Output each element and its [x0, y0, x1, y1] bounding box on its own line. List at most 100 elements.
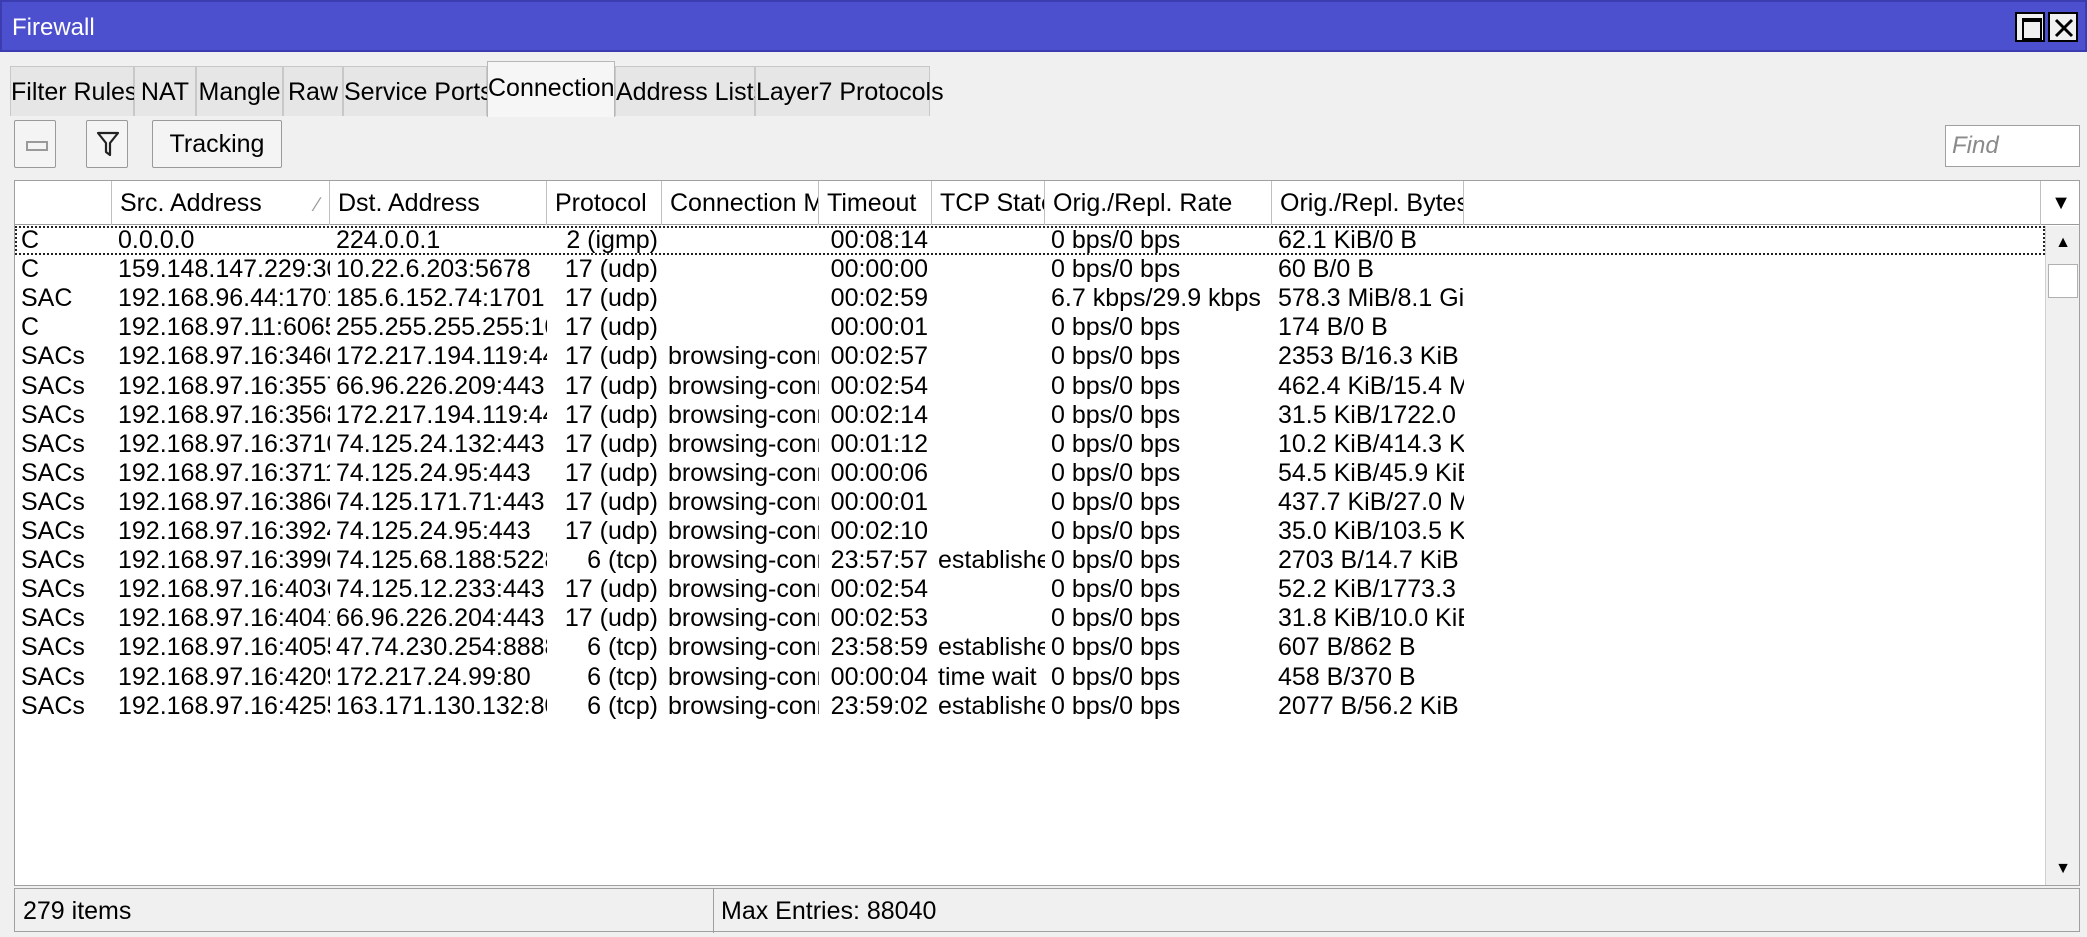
- table-row[interactable]: SACs 192.168.97.16:37117 74.125.24.95:443 1…: [15, 459, 2045, 488]
- table-row[interactable]: SACs 192.168.97.16:3866574.125.171.71:443…: [15, 488, 2045, 517]
- table-row[interactable]: SACs 192.168.97.16:42090172.217.24.99:80 6…: [15, 663, 2045, 692]
- cell-flags: SACs: [21, 487, 85, 516]
- tab-mangle[interactable]: Mangle: [196, 66, 283, 116]
- cell-src-address: 192.168.97.16:40364: [118, 575, 330, 604]
- cell-flags: SACs: [21, 546, 85, 575]
- table-row[interactable]: SACs 192.168.97.16:4036474.125.12.233:443…: [15, 575, 2045, 604]
- cell-connection-mark: browsing-conn: [668, 487, 819, 516]
- cell-tcp-state: [932, 284, 1045, 313]
- cell-bytes: 458 B/370 B: [1278, 662, 1416, 691]
- scroll-down-icon[interactable]: ▼: [2046, 852, 2079, 885]
- cell-bytes: 462.4 KiB/15.4 MiB: [1278, 371, 1464, 400]
- filter-funnel-icon: [96, 131, 120, 157]
- table-row[interactable]: SACs 192.168.97.16:3557766.96.226.209:443…: [15, 372, 2045, 401]
- cell-rate: 0 bps/0 bps: [1051, 662, 1181, 691]
- table-header: Src. Address ∕ Dst. Address Protocol Con…: [15, 181, 2079, 225]
- cell-timeout: 00:01:12: [830, 429, 928, 458]
- table-row[interactable]: C 192.168.97.11:60657255.255.255.255:100.…: [15, 313, 2045, 342]
- table-row[interactable]: SACs 192.168.97.16:42552163.171.130.132:8…: [15, 692, 2045, 721]
- cell-src-address: 0.0.0.0: [118, 226, 195, 254]
- col-protocol-header[interactable]: Protocol: [547, 181, 662, 225]
- window-titlebar[interactable]: Firewall: [0, 0, 2087, 52]
- col-flags-header[interactable]: [15, 181, 112, 225]
- col-dst-address-header[interactable]: Dst. Address: [330, 181, 547, 225]
- cell-timeout: 00:02:57: [830, 342, 928, 371]
- cell-rate: 0 bps/0 bps: [1051, 458, 1181, 487]
- cell-tcp-state: [932, 313, 1045, 342]
- cell-dst-address: 47.74.230.254:8888: [336, 633, 547, 662]
- table-row[interactable]: SACs 192.168.97.16:3710074.125.24.132:443…: [15, 430, 2045, 459]
- cell-connection-mark: browsing-conn: [668, 691, 819, 720]
- cell-flags: SACs: [21, 633, 85, 662]
- table-row[interactable]: SACs 192.168.97.16:35684172.217.194.119:4…: [15, 401, 2045, 430]
- tab-connections[interactable]: Connections: [487, 61, 627, 117]
- cell-tcp-state: [932, 517, 1045, 546]
- tab-layer7-protocols[interactable]: Layer7 Protocols: [755, 66, 944, 116]
- col-rate-header[interactable]: Orig./Repl. Rate: [1045, 181, 1272, 225]
- toolbar: Tracking: [10, 120, 2080, 170]
- cell-connection-mark: [662, 255, 819, 284]
- tab-nat[interactable]: NAT: [134, 66, 196, 116]
- col-src-address-header[interactable]: Src. Address ∕: [112, 181, 330, 225]
- tracking-button[interactable]: Tracking: [152, 120, 282, 168]
- cell-tcp-state: established: [938, 691, 1045, 720]
- maximize-button[interactable]: [2015, 12, 2045, 42]
- status-divider: [713, 889, 714, 933]
- cell-tcp-state: [932, 459, 1045, 488]
- remove-button[interactable]: [14, 120, 56, 168]
- table-row[interactable]: SACs 192.168.97.16:3990874.125.68.188:522…: [15, 546, 2045, 575]
- col-tcp-state-header[interactable]: TCP State: [932, 181, 1045, 225]
- table-row[interactable]: SACs 192.168.97.16:4055847.74.230.254:888…: [15, 633, 2045, 662]
- table-row[interactable]: SACs 192.168.97.16:3924174.125.24.95:443 1…: [15, 517, 2045, 546]
- table-row[interactable]: SACs 192.168.97.16:34600172.217.194.119:4…: [15, 342, 2045, 371]
- cell-dst-address: 163.171.130.132:80: [336, 691, 547, 720]
- cell-rate: 0 bps/0 bps: [1051, 226, 1181, 254]
- cell-protocol: 17 (udp): [564, 255, 658, 284]
- col-connection-mark-header[interactable]: Connection Ma...: [662, 181, 819, 225]
- cell-bytes: 2703 B/14.7 KiB: [1278, 546, 1459, 575]
- cell-src-address: 192.168.97.16:42552: [118, 691, 330, 720]
- tab-filter-rules[interactable]: Filter Rules: [10, 66, 137, 116]
- cell-flags: C: [21, 255, 40, 284]
- item-count: 279 items: [23, 897, 132, 925]
- cell-src-address: 192.168.97.16:39908: [118, 546, 330, 575]
- cell-timeout: 00:00:00: [830, 255, 928, 284]
- table-row[interactable]: SAC 192.168.96.44:1701 185.6.152.74:1701 17…: [15, 284, 2045, 313]
- filter-button[interactable]: [86, 120, 128, 168]
- cell-timeout: 00:00:01: [830, 487, 928, 516]
- cell-protocol: 17 (udp): [564, 342, 658, 371]
- cell-src-address: 192.168.97.11:60657: [118, 313, 330, 342]
- col-bytes-header[interactable]: Orig./Repl. Bytes: [1272, 181, 1464, 225]
- cell-dst-address: 74.125.24.132:443: [336, 429, 545, 458]
- vertical-scrollbar[interactable]: ▲ ▼: [2045, 226, 2079, 885]
- cell-flags: SACs: [21, 575, 85, 604]
- cell-dst-address: 74.125.24.95:443: [336, 458, 531, 487]
- cell-flags: C: [21, 226, 40, 254]
- cell-rate: 0 bps/0 bps: [1051, 400, 1181, 429]
- cell-flags: SACs: [21, 517, 85, 545]
- column-menu-icon[interactable]: ▼: [2041, 181, 2079, 225]
- close-icon: [2054, 18, 2074, 38]
- cell-protocol: 17 (udp): [564, 371, 658, 400]
- cell-timeout: 23:58:59: [830, 633, 928, 662]
- col-timeout-header[interactable]: Timeout: [819, 181, 932, 225]
- scroll-up-icon[interactable]: ▲: [2046, 226, 2079, 260]
- tab-address-lists[interactable]: Address Lists: [615, 66, 766, 116]
- connections-table: Src. Address ∕ Dst. Address Protocol Con…: [14, 180, 2080, 886]
- tab-raw[interactable]: Raw: [283, 66, 343, 116]
- cell-flags: SACs: [21, 371, 85, 400]
- cell-rate: 0 bps/0 bps: [1051, 342, 1181, 371]
- cell-connection-mark: browsing-conn: [668, 371, 819, 400]
- find-input[interactable]: [1945, 125, 2080, 167]
- table-row[interactable]: C 0.0.0.0 224.0.0.1 2 (igmp) 00:08:14 0 bps/0…: [15, 226, 2045, 255]
- cell-flags: C: [21, 313, 40, 342]
- close-button[interactable]: [2048, 12, 2078, 42]
- cell-timeout: 23:59:02: [830, 691, 928, 720]
- cell-protocol: 17 (udp): [564, 429, 658, 458]
- table-row[interactable]: C 159.148.147.229:300...10.22.6.203:5678 1…: [15, 255, 2045, 284]
- tab-service-ports[interactable]: Service Ports: [343, 66, 493, 116]
- cell-dst-address: 74.125.12.233:443: [336, 575, 545, 604]
- cell-dst-address: 255.255.255.255:100...: [336, 313, 547, 342]
- scroll-thumb[interactable]: [2048, 264, 2078, 298]
- table-row[interactable]: SACs 192.168.97.16:4041066.96.226.204:443…: [15, 604, 2045, 633]
